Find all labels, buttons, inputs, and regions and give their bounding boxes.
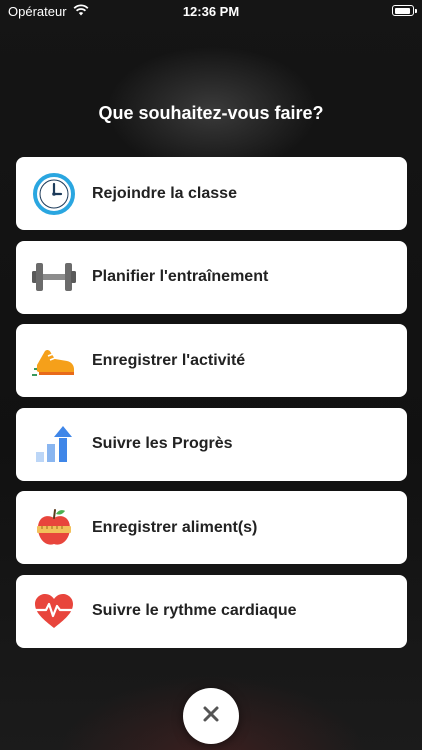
action-label: Suivre le rythme cardiaque <box>92 602 297 619</box>
running-shoe-icon <box>30 337 78 385</box>
action-label: Suivre les Progrès <box>92 435 233 452</box>
action-log-activity[interactable]: Enregistrer l'activité <box>16 324 407 397</box>
close-icon <box>202 705 220 728</box>
heart-rate-icon <box>30 587 78 635</box>
progress-chart-icon <box>30 420 78 468</box>
battery-icon <box>392 5 417 16</box>
action-plan-workout[interactable]: Planifier l'entraînement <box>16 240 407 314</box>
dumbbell-icon <box>30 253 78 301</box>
action-track-heart-rate[interactable]: Suivre le rythme cardiaque <box>16 574 407 648</box>
action-label: Planifier l'entraînement <box>92 268 269 285</box>
action-track-progress[interactable]: Suivre les Progrès <box>16 407 407 481</box>
apple-icon <box>30 504 78 552</box>
close-button[interactable] <box>183 688 239 744</box>
action-join-class[interactable]: Rejoindre la classe <box>16 157 407 230</box>
action-label: Enregistrer aliment(s) <box>92 518 258 536</box>
action-log-food[interactable]: Enregistrer aliment(s) <box>16 491 407 564</box>
status-bar: Opérateur 12:36 PM <box>0 0 422 22</box>
page-title: Que souhaitez-vous faire? <box>98 103 324 123</box>
clock-time: 12:36 PM <box>182 4 240 19</box>
clock-icon <box>30 170 78 218</box>
action-label: Enregistrer l'activité <box>92 351 246 369</box>
action-label: Rejoindre la classe <box>92 184 237 202</box>
